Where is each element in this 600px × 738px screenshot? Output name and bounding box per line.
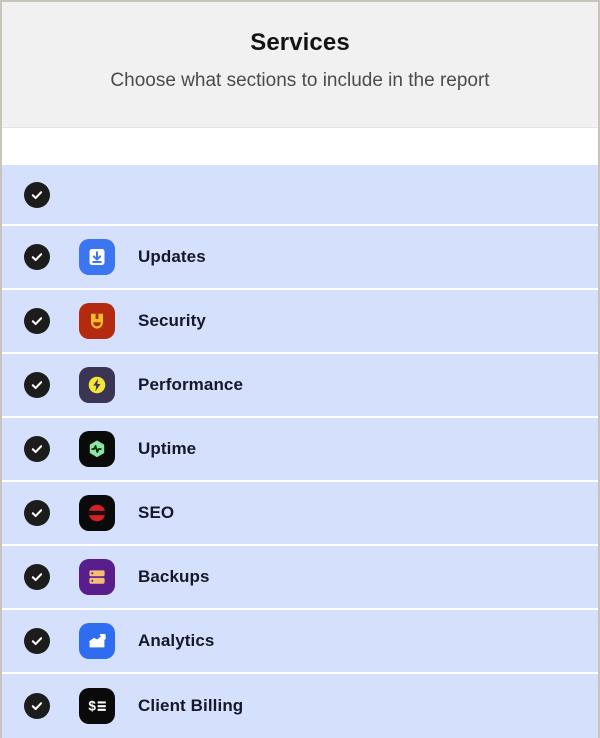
checkbox-row-backups[interactable] bbox=[24, 564, 50, 590]
services-panel: Services Choose what sections to include… bbox=[0, 0, 600, 738]
checkbox-row-seo[interactable] bbox=[24, 500, 50, 526]
page-subtitle: Choose what sections to include in the r… bbox=[2, 68, 598, 94]
svg-text:$: $ bbox=[88, 699, 96, 714]
list-item[interactable]: Performance bbox=[2, 354, 598, 418]
panel-header: Services Choose what sections to include… bbox=[2, 2, 598, 128]
checkbox-row-updates[interactable] bbox=[24, 244, 50, 270]
list-item[interactable]: SEO bbox=[2, 482, 598, 546]
uptime-icon bbox=[79, 431, 115, 467]
list-item[interactable]: $ Client Billing bbox=[2, 674, 598, 738]
checkbox-row-uptime[interactable] bbox=[24, 436, 50, 462]
seo-icon bbox=[79, 495, 115, 531]
list-item-label: Analytics bbox=[138, 631, 215, 651]
checkbox-row-blank[interactable] bbox=[24, 182, 50, 208]
list-item[interactable]: Updates bbox=[2, 226, 598, 290]
analytics-icon bbox=[79, 623, 115, 659]
checkbox-row-client-billing[interactable] bbox=[24, 693, 50, 719]
client-billing-icon: $ bbox=[79, 688, 115, 724]
list-item[interactable]: Backups bbox=[2, 546, 598, 610]
list-item-label: Security bbox=[138, 311, 206, 331]
list-item-label: Uptime bbox=[138, 439, 196, 459]
list-item[interactable] bbox=[2, 165, 598, 226]
security-icon bbox=[79, 303, 115, 339]
list-item-label: Client Billing bbox=[138, 696, 243, 716]
header-spacer bbox=[2, 128, 598, 165]
list-item-label: Updates bbox=[138, 247, 206, 267]
checkbox-row-performance[interactable] bbox=[24, 372, 50, 398]
list-item[interactable]: Analytics bbox=[2, 610, 598, 674]
updates-icon bbox=[79, 239, 115, 275]
checkbox-row-analytics[interactable] bbox=[24, 628, 50, 654]
list-item-label: SEO bbox=[138, 503, 174, 523]
list-item[interactable]: Security bbox=[2, 290, 598, 354]
backups-icon bbox=[79, 559, 115, 595]
list-item-label: Backups bbox=[138, 567, 210, 587]
services-list: Updates Security Performance Uptime SEO Backu… bbox=[2, 165, 598, 738]
performance-icon bbox=[79, 367, 115, 403]
checkbox-row-security[interactable] bbox=[24, 308, 50, 334]
page-title: Services bbox=[2, 28, 598, 58]
list-item[interactable]: Uptime bbox=[2, 418, 598, 482]
list-item-label: Performance bbox=[138, 375, 243, 395]
